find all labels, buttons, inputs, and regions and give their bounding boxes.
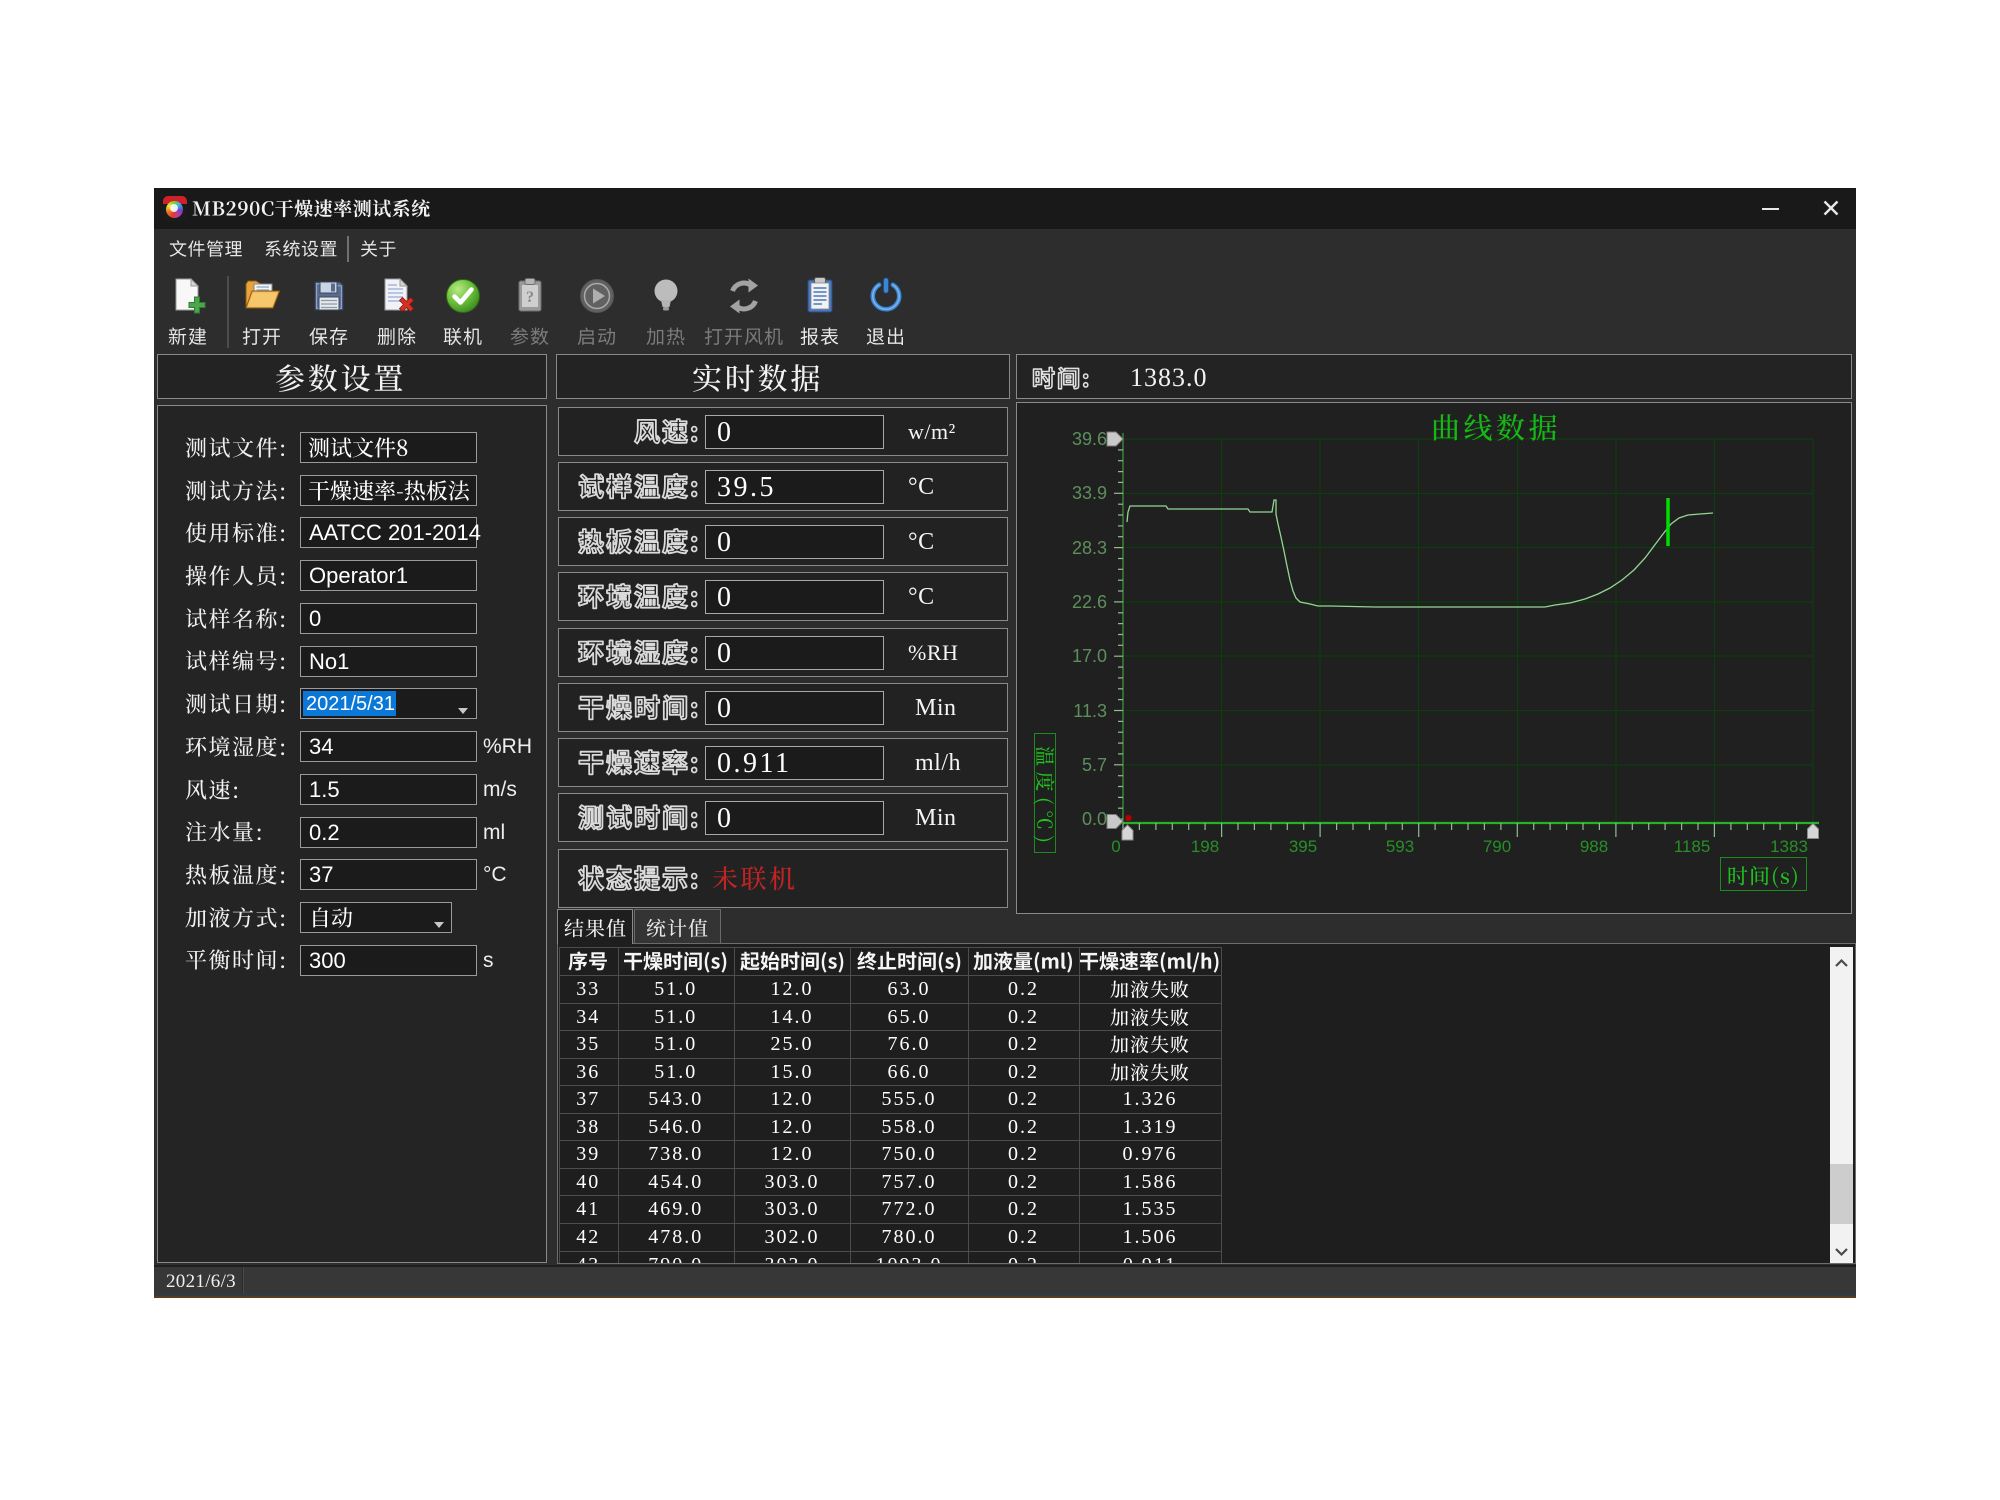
svg-text:?: ? — [526, 289, 534, 306]
